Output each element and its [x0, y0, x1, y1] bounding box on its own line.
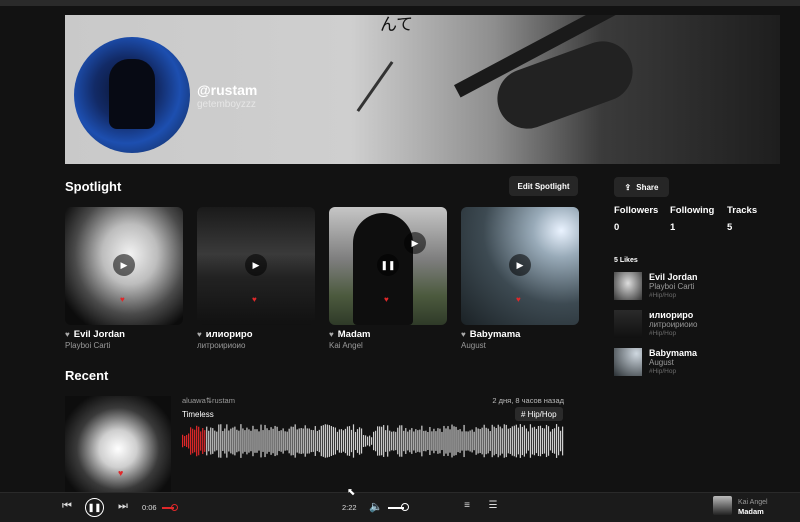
previous-icon[interactable]: ⏮ — [60, 500, 74, 513]
liked-track-title[interactable]: Evil Jordan — [649, 272, 698, 282]
liked-track-thumb[interactable] — [614, 310, 642, 338]
playlist-icon[interactable]: ☰ — [486, 500, 500, 511]
play-icon[interactable]: ▶ — [509, 254, 531, 276]
post-time: 2 дня, 8 часов назад — [492, 396, 564, 405]
duration-time: 2:22 — [342, 503, 357, 512]
genre-tag[interactable]: # Hip/Hop — [515, 407, 563, 421]
likes-title[interactable]: 5 Likes — [614, 257, 638, 264]
like-heart-icon[interactable]: ♥ — [65, 330, 70, 339]
liked-track-genre[interactable]: #Hip/Hop — [649, 292, 676, 299]
spotlight-card[interactable]: ▶ ❚❚ ♥ ♥ Madam Kai Angel — [329, 207, 447, 350]
track-artist[interactable]: литроириоио — [197, 341, 315, 350]
liked-track-thumb[interactable] — [614, 348, 642, 376]
spotlight-card[interactable]: ▶ ♥ ♥ Babymama August — [461, 207, 579, 350]
now-playing-artist[interactable]: Kai Angel — [738, 499, 768, 506]
heart-icon[interactable]: ♥ — [118, 468, 123, 478]
now-playing-title[interactable]: Madam — [738, 507, 764, 516]
followers-label[interactable]: Followers — [614, 205, 658, 216]
recent-track-title[interactable]: Timeless — [182, 410, 214, 419]
track-artwork[interactable]: ▶ ♥ — [65, 207, 183, 325]
track-artist[interactable]: Playboi Carti — [65, 341, 183, 350]
now-playing-thumb[interactable] — [713, 496, 732, 515]
next-icon[interactable]: ⏭ — [116, 500, 130, 513]
track-title[interactable]: Evil Jordan — [74, 329, 125, 340]
share-icon: ⇪ — [624, 182, 632, 192]
followers-count: 0 — [614, 222, 620, 233]
pause-icon[interactable]: ❚❚ — [377, 254, 399, 276]
repost-user-line[interactable]: aluawa⇅rustam — [182, 396, 235, 405]
track-artwork[interactable]: ▶ ❚❚ ♥ — [329, 207, 447, 325]
share-button[interactable]: ⇪ Share — [614, 177, 669, 197]
profile-username: @rustam — [197, 82, 258, 98]
pause-button[interactable]: ❚❚ — [85, 498, 104, 517]
tracks-count: 5 — [727, 222, 733, 233]
like-heart-icon[interactable]: ♥ — [197, 330, 202, 339]
share-label: Share — [636, 182, 659, 192]
track-title[interactable]: Babymama — [470, 329, 521, 340]
following-count: 1 — [670, 222, 676, 233]
player-bar: ⏮ ❚❚ ⏭ 0:06 2:22 🔈 ≡ ☰ Kai Angel Madam — [0, 492, 800, 522]
liked-track-artist[interactable]: Playboi Carti — [649, 282, 694, 291]
liked-track-title[interactable]: Babymama — [649, 348, 697, 358]
liked-track-artist[interactable]: литроириоио — [649, 320, 697, 329]
play-icon[interactable]: ▶ — [113, 254, 135, 276]
waveform[interactable] — [182, 422, 564, 460]
heart-icon[interactable]: ♥ — [384, 295, 389, 304]
play-icon[interactable]: ▶ — [245, 254, 267, 276]
recent-track-artwork[interactable]: ♥ — [65, 396, 171, 492]
liked-track[interactable]: Evil Jordan Playboi Carti #Hip/Hop — [614, 272, 774, 302]
track-title[interactable]: илиориро — [206, 329, 253, 340]
edit-spotlight-button[interactable]: Edit Spotlight — [509, 176, 578, 196]
heart-icon[interactable]: ♥ — [516, 295, 521, 304]
seek-handle[interactable] — [171, 504, 178, 511]
spotlight-card[interactable]: ▶ ♥ ♥ Evil Jordan Playboi Carti — [65, 207, 183, 350]
heart-icon[interactable]: ♥ — [120, 295, 125, 304]
profile-handle: getemboyzzz — [197, 99, 256, 110]
liked-track[interactable]: илиориро литроириоио #Hip/Hop — [614, 310, 774, 340]
following-label[interactable]: Following — [670, 205, 714, 216]
recent-title: Recent — [65, 368, 109, 383]
liked-track-genre[interactable]: #Hip/Hop — [649, 368, 676, 375]
volume-handle[interactable] — [401, 503, 409, 511]
mouse-cursor-icon: ⬉ — [347, 487, 356, 498]
like-heart-icon[interactable]: ♥ — [461, 330, 466, 339]
browser-top-strip — [0, 0, 800, 6]
elapsed-time: 0:06 — [142, 503, 157, 512]
track-title[interactable]: Madam — [338, 329, 371, 340]
track-artist[interactable]: August — [461, 341, 579, 350]
heart-icon[interactable]: ♥ — [252, 295, 257, 304]
liked-track-title[interactable]: илиориро — [649, 310, 693, 320]
liked-track-artist[interactable]: August — [649, 358, 674, 367]
liked-track[interactable]: Babymama August #Hip/Hop — [614, 348, 774, 378]
liked-track-thumb[interactable] — [614, 272, 642, 300]
like-heart-icon[interactable]: ♥ — [329, 330, 334, 339]
queue-icon[interactable]: ≡ — [460, 500, 474, 511]
track-artwork[interactable]: ▶ ♥ — [197, 207, 315, 325]
track-artwork[interactable]: ▶ ♥ — [461, 207, 579, 325]
spotlight-card[interactable]: ▶ ♥ ♥ илиориро литроириоио — [197, 207, 315, 350]
volume-icon[interactable]: 🔈 — [369, 500, 383, 513]
track-artist[interactable]: Kai Angel — [329, 341, 447, 350]
avatar[interactable] — [74, 37, 190, 153]
tracks-label[interactable]: Tracks — [727, 205, 757, 216]
spotlight-title: Spotlight — [65, 179, 122, 194]
banner-glyph: んて — [380, 15, 414, 35]
play-icon[interactable]: ▶ — [404, 232, 426, 254]
liked-track-genre[interactable]: #Hip/Hop — [649, 330, 676, 337]
